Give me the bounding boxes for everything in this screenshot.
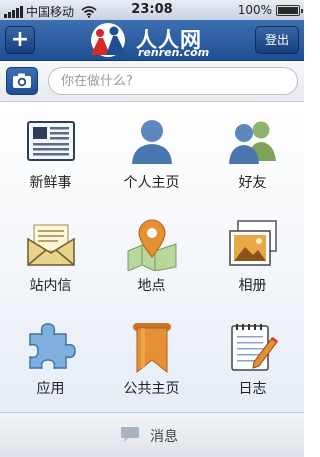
grid-item-label: 应用 <box>36 381 65 397</box>
add-button[interactable]: + <box>5 26 35 54</box>
status-compose-row <box>0 61 304 102</box>
chat-bubble-icon <box>121 427 139 442</box>
logout-button[interactable]: 登出 <box>255 26 299 54</box>
grid-item-label: 地点 <box>137 278 166 294</box>
mail-icon <box>27 224 75 266</box>
photo-album-icon <box>229 220 277 266</box>
newsfeed-icon <box>27 121 75 161</box>
grid-item-apps[interactable]: 应用 <box>0 308 101 411</box>
grid-item-label: 相册 <box>238 278 267 294</box>
grid-item-places[interactable]: 地点 <box>101 205 202 308</box>
battery-percent: 100% <box>237 3 272 17</box>
puzzle-icon <box>29 323 76 369</box>
status-input[interactable] <box>48 67 298 95</box>
battery-group: 100% <box>237 3 303 17</box>
status-bar: 中国移动 23:08 100% <box>0 0 304 20</box>
grid-item-blog[interactable]: 日志 <box>202 308 303 411</box>
nav-bar: + 人人网 renren.com 登出 <box>0 20 304 61</box>
profile-icon <box>132 120 172 164</box>
grid-item-friends[interactable]: 好友 <box>202 102 303 205</box>
grid-item-label: 公共主页 <box>123 381 180 397</box>
camera-button[interactable] <box>6 67 38 95</box>
battery-icon <box>276 4 303 16</box>
grid-item-label: 好友 <box>238 175 267 191</box>
grid-item-label: 日志 <box>238 381 267 397</box>
notepad-icon <box>231 324 278 371</box>
grid-item-public-pages[interactable]: 公共主页 <box>101 308 202 411</box>
grid-item-newsfeed[interactable]: 新鲜事 <box>0 102 101 205</box>
renren-logo: 人人网 renren.com <box>80 22 226 59</box>
logo-domain: renren.com <box>138 46 210 59</box>
grid-item-albums[interactable]: 相册 <box>202 205 303 308</box>
messages-label: 消息 <box>150 429 178 445</box>
grid-item-profile[interactable]: 个人主页 <box>101 102 202 205</box>
logo-people-icon <box>91 23 126 57</box>
grid-item-label: 新鲜事 <box>29 175 72 191</box>
battery-fill <box>278 6 298 14</box>
public-page-ribbon-icon <box>133 323 171 374</box>
messages-bar[interactable]: 消息 <box>0 412 304 457</box>
grid-item-label: 站内信 <box>29 278 72 294</box>
map-pin-icon <box>127 219 177 271</box>
feature-grid: 新鲜事 个人主页 好友 站内信 地点 相册 应用 公共主页 日志 <box>0 102 304 412</box>
grid-item-mail[interactable]: 站内信 <box>0 205 101 308</box>
friends-icon <box>229 121 276 164</box>
camera-icon <box>13 73 31 88</box>
grid-item-label: 个人主页 <box>123 175 180 191</box>
